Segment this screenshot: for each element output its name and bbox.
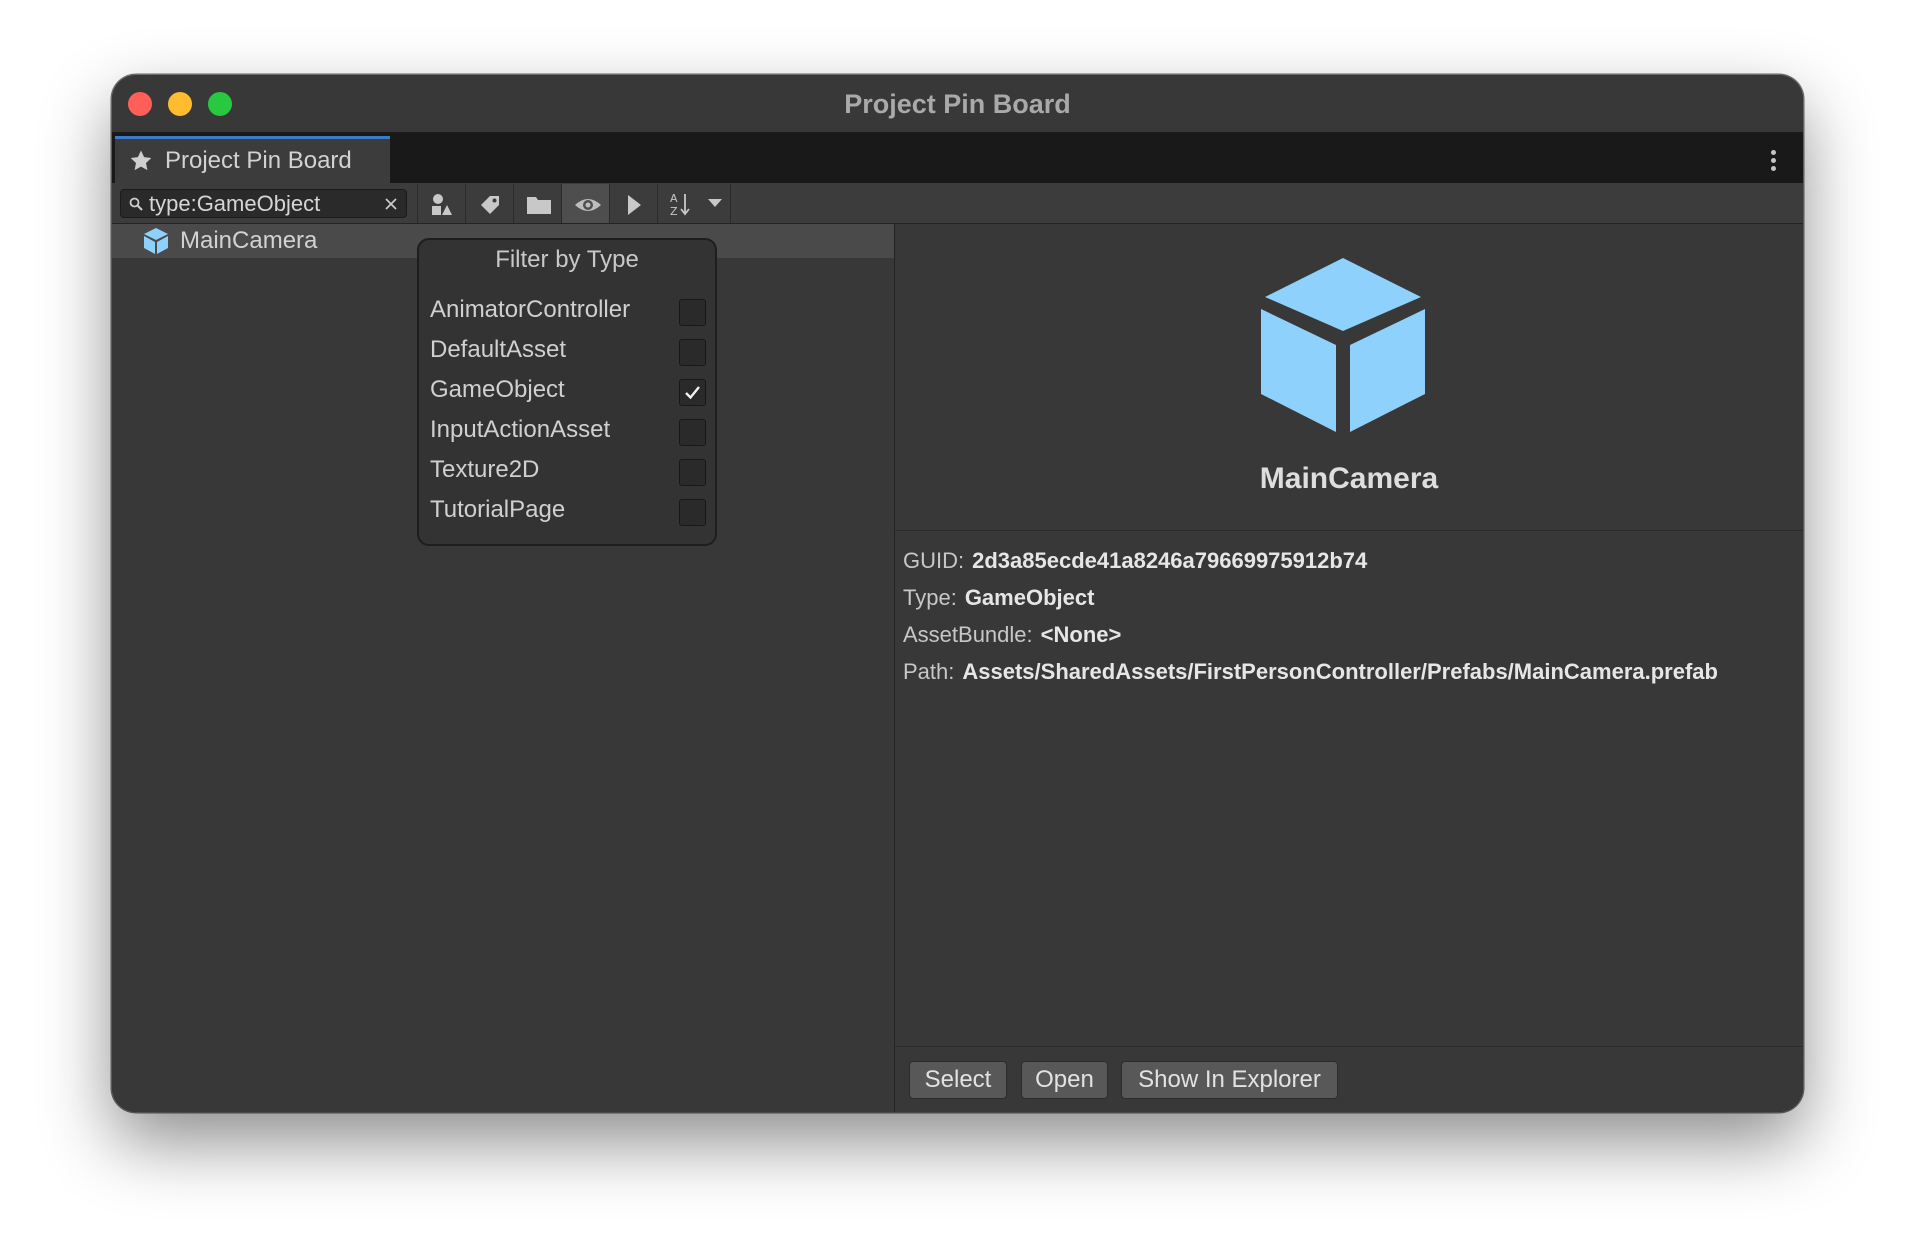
- filter-folder-icon: [527, 197, 551, 214]
- property-path: Path: Assets/SharedAssets/FirstPersonCont…: [903, 659, 1718, 684]
- popup-title: Filter by Type: [495, 246, 639, 273]
- prefab-cube-icon: [1261, 258, 1425, 432]
- filter-label-button[interactable]: [465, 184, 513, 223]
- search-icon: [129, 197, 143, 211]
- filter-type-icon: [432, 194, 452, 215]
- filter-item-label: Texture2D: [430, 456, 540, 483]
- show-in-explorer-button[interactable]: Show In Explorer: [1121, 1061, 1338, 1099]
- filter-item-label: DefaultAsset: [430, 336, 567, 363]
- svg-text:A: A: [670, 192, 678, 205]
- filter-item-label: InputActionAsset: [430, 416, 611, 443]
- select-pointer-icon: [628, 195, 641, 215]
- filter-by-type-popup: Filter by Type AnimatorController Defaul…: [417, 238, 717, 546]
- sort-az-icon: A Z: [670, 192, 690, 217]
- filter-item-defaultasset[interactable]: DefaultAsset: [430, 330, 706, 370]
- property-assetbundle: AssetBundle: <None>: [903, 622, 1122, 647]
- select-button[interactable]: Select: [909, 1061, 1007, 1099]
- asset-preview: MainCamera: [895, 224, 1803, 531]
- filter-type-button[interactable]: [417, 184, 465, 223]
- more-options-icon[interactable]: [1771, 150, 1777, 174]
- asset-properties: GUID: 2d3a85ecde41a8246a79669975912b74 Ty…: [903, 542, 1718, 690]
- project-pin-board-window: Project Pin Board Project Pin Board type…: [112, 75, 1803, 1112]
- dropdown-arrow-icon: [708, 199, 722, 207]
- action-bar: Select Open Show In Explorer: [895, 1046, 1803, 1112]
- filter-item-gameobject[interactable]: GameObject: [430, 370, 706, 410]
- filter-checkbox[interactable]: [679, 459, 706, 486]
- title-bar: Project Pin Board: [112, 75, 1803, 133]
- filter-item-label: AnimatorController: [430, 296, 631, 323]
- open-button[interactable]: Open: [1021, 1061, 1108, 1099]
- filter-item-tutorialpage[interactable]: TutorialPage: [430, 490, 706, 530]
- filter-checkbox[interactable]: [679, 339, 706, 366]
- clear-icon[interactable]: [384, 197, 398, 211]
- svg-text:Z: Z: [670, 205, 678, 217]
- toolbar: A Z: [112, 183, 1803, 224]
- prefab-cube-icon: [144, 228, 168, 254]
- asset-name: MainCamera: [1259, 462, 1439, 495]
- tab-label: Project Pin Board: [165, 147, 352, 174]
- pinned-assets-list: MainCamera Filter by Type AnimatorContro…: [112, 224, 895, 1112]
- filter-checkbox[interactable]: [679, 299, 706, 326]
- tab-bar: Project Pin Board: [112, 133, 1803, 183]
- filter-item-inputactionasset[interactable]: InputActionAsset: [430, 410, 706, 450]
- filter-checkbox[interactable]: [679, 379, 706, 406]
- visibility-toggle-button[interactable]: [561, 184, 609, 223]
- sort-dropdown-button[interactable]: A Z: [657, 184, 731, 223]
- filter-checkbox[interactable]: [679, 499, 706, 526]
- tab-project-pin-board[interactable]: Project Pin Board: [115, 136, 390, 183]
- window-title: Project Pin Board: [844, 89, 1071, 119]
- filter-checkbox[interactable]: [679, 419, 706, 446]
- search-input[interactable]: [149, 190, 369, 217]
- asset-details-panel: MainCamera GUID: 2d3a85ecde41a8246a796699…: [895, 224, 1803, 1112]
- filter-folder-button[interactable]: [513, 184, 561, 223]
- filter-label-icon: [481, 196, 499, 214]
- property-type: Type: GameObject: [903, 585, 1095, 610]
- star-icon: [130, 150, 152, 171]
- filter-item-animatorcontroller[interactable]: AnimatorController: [430, 290, 706, 330]
- property-guid: GUID: 2d3a85ecde41a8246a79669975912b74: [903, 548, 1368, 573]
- checkmark-icon: [685, 386, 700, 400]
- filter-item-label: TutorialPage: [430, 496, 566, 523]
- filter-item-texture2d[interactable]: Texture2D: [430, 450, 706, 490]
- select-pointer-button[interactable]: [609, 184, 657, 223]
- list-item-name: MainCamera: [180, 227, 318, 254]
- search-field[interactable]: [120, 189, 407, 218]
- filter-item-label: GameObject: [430, 376, 565, 403]
- visibility-eye-icon: [575, 199, 601, 211]
